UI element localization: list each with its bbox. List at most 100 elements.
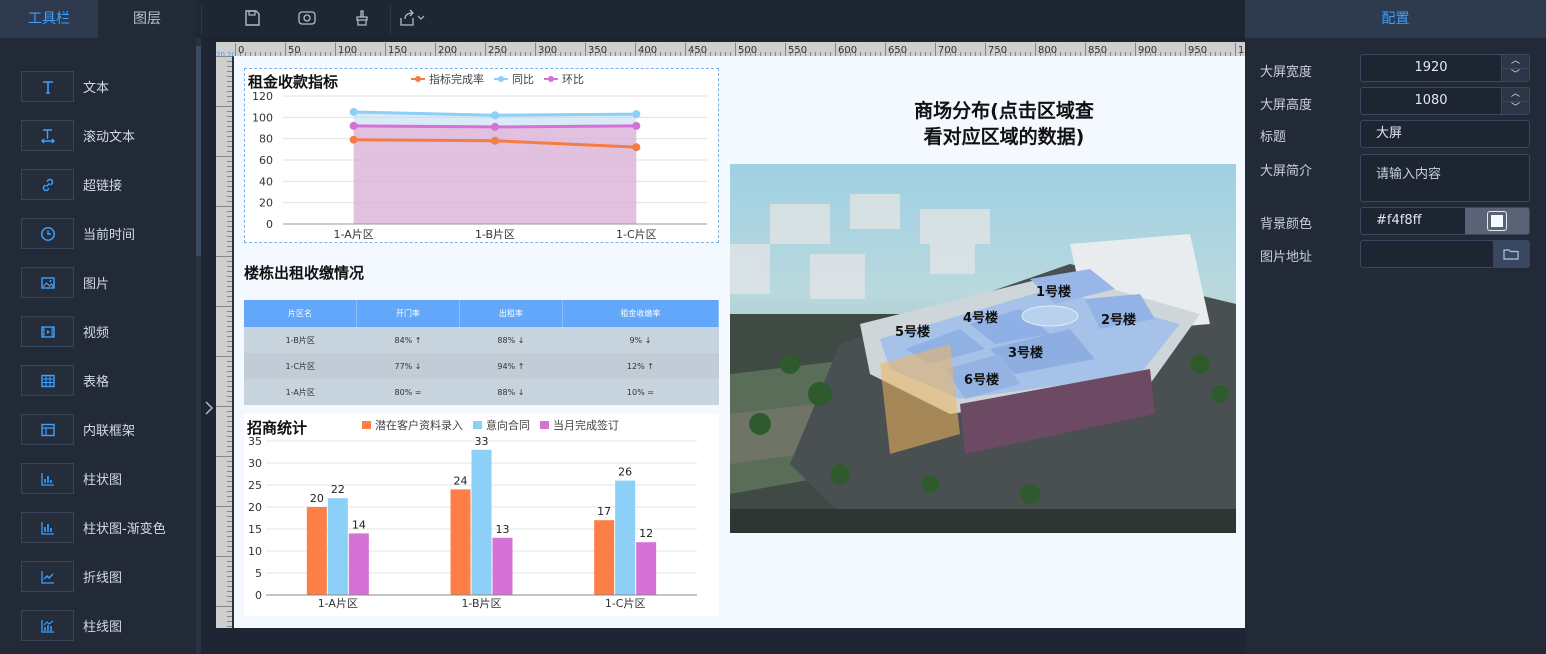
iframe-icon [21,414,74,445]
height-label: 大屏高度 [1260,98,1313,113]
title-label: 标题 [1260,130,1287,145]
building-4-label[interactable]: 4号楼 [963,307,998,326]
stepper-down-icon[interactable]: ﹀ [1502,69,1529,82]
tool-label: 视频 [83,326,110,341]
width-value[interactable]: 1920 [1361,55,1501,81]
bar [471,449,492,595]
building-table: 片区名 开门率 出租率 租金收缴率 1-B片区 84% ↑ 88% ↓ 9% ↓… [244,300,720,405]
tool-label: 图片 [83,277,110,292]
preview-icon[interactable] [292,6,322,30]
ruler-label: 150 [388,45,407,56]
stepper-down-icon[interactable]: ﹀ [1502,102,1529,115]
img-url-value[interactable] [1361,241,1493,267]
bar [348,533,369,595]
table-header-cell: 出租率 [459,300,563,327]
invest-chart-widget[interactable]: 招商统计 潜在客户资料录入 意向合同 当月完成签订 35 30 25 20 15 10 5 0… [244,414,719,616]
tool-label: 折线图 [83,571,123,586]
stepper-up-icon[interactable]: ︿ [1502,55,1529,69]
title-input[interactable]: 大屏 [1360,120,1530,148]
data-point [349,108,358,116]
tool-label: 滚动文本 [83,130,136,145]
y-tick-label: 20 [248,501,262,514]
tool-item-video[interactable]: 视频 [0,307,196,356]
table-header-cell: 租金收缴率 [562,300,720,327]
data-point [632,143,641,152]
ruler-label: 900 [1138,45,1157,56]
bar [594,520,615,595]
tool-item-image[interactable]: 图片 [0,258,196,307]
height-stepper[interactable]: ︿ ﹀ [1501,88,1529,114]
height-number-input[interactable]: 1080 ︿ ﹀ [1360,87,1530,115]
bg-color-value[interactable]: #f4f8ff [1361,208,1465,234]
scrollbar-thumb[interactable] [196,46,201,256]
building-6-label[interactable]: 6号楼 [964,369,999,388]
save-icon[interactable] [237,6,267,30]
height-value[interactable]: 1080 [1361,88,1501,114]
img-url-input[interactable] [1360,240,1530,268]
desc-label: 大屏简介 [1260,164,1313,179]
tool-item-clock[interactable]: 当前时间 [0,209,196,258]
link-icon [21,169,74,200]
tool-item-iframe[interactable]: 内联框架 [0,405,196,454]
design-stage[interactable]: 租金收款指标 指标完成率 同比 环比 120 100 80 60 40 20 0 1-A片区 1… [234,56,1245,628]
building-2-label[interactable]: 2号楼 [1101,309,1136,328]
ruler-label: 500 [738,45,757,56]
bg-color-input[interactable]: #f4f8ff [1360,207,1530,235]
ruler-label: 300 [538,45,557,56]
bar-value-label: 12 [639,527,653,540]
tool-item-link[interactable]: 超链接 [0,160,196,209]
y-tick-label: 5 [255,567,262,580]
building-5-label[interactable]: 5号楼 [895,321,930,340]
table-cell: 84% ↑ [356,327,460,353]
rent-chart-widget[interactable]: 租金收款指标 指标完成率 同比 环比 120 100 80 60 40 20 0 1-A片区 1… [244,68,719,243]
tool-item-gradient-bar-chart[interactable]: 柱状图-渐变色 [0,503,196,552]
bar [615,480,636,595]
width-number-input[interactable]: 1920 ︿ ﹀ [1360,54,1530,82]
table-row: 1-C片区 77% ↓ 94% ↑ 12% ↑ [244,353,719,379]
top-toolbar [201,0,1245,39]
bar-line-chart-icon [21,610,74,641]
bar [492,537,513,595]
left-scrollbar[interactable] [196,38,201,654]
building-1-label[interactable]: 1号楼 [1036,281,1071,300]
vertical-ruler[interactable] [216,56,232,628]
y-tick-label: 15 [248,523,262,536]
tool-item-scroll-text[interactable]: 滚动文本 [0,111,196,160]
folder-icon[interactable] [1493,241,1529,267]
ruler-label: 50 [288,45,301,56]
table-header-cell: 开门率 [356,300,460,327]
tab-layers[interactable]: 图层 [98,0,196,38]
ruler-label: 200 [438,45,457,56]
ruler-label: 550 [788,45,807,56]
tool-item-line-chart[interactable]: 折线图 [0,552,196,601]
x-tick-label: 1-A片区 [318,597,358,610]
clear-icon[interactable] [347,6,377,30]
tool-item-table[interactable]: 表格 [0,356,196,405]
video-icon [21,316,74,347]
y-tick-label: 40 [259,175,273,188]
ruler-label: 400 [638,45,657,56]
tab-toolbar[interactable]: 工具栏 [0,0,98,38]
toolbar-divider [201,6,202,34]
tool-item-text[interactable]: 文本 [0,62,196,111]
collapse-chevron-icon[interactable] [202,401,216,419]
line-chart-icon [21,561,74,592]
horizontal-ruler[interactable]: 0 50 100 150 200 250 300 350 400 450 500 550 600 650 7… [234,42,1245,56]
tool-list: 文本 滚动文本 超链接 当前时间 图片 视频 表格 内联框架 柱状图 柱状图-渐… [0,38,196,650]
export-icon[interactable] [397,6,427,30]
color-swatch-icon[interactable] [1487,211,1507,231]
table-cell: 80% = [356,379,460,405]
data-point [349,135,358,144]
stepper-up-icon[interactable]: ︿ [1502,88,1529,102]
building-3-label[interactable]: 3号楼 [1008,342,1043,361]
desc-textarea[interactable]: 请输入内容 [1360,154,1530,202]
data-point [491,111,499,120]
img-url-label: 图片地址 [1260,250,1313,265]
bar [306,507,327,595]
left-panel: 工具栏 图层 文本 滚动文本 超链接 当前时间 图片 视频 表格 内联框架 柱状… [0,0,196,654]
color-picker-button[interactable] [1465,208,1529,234]
tool-item-bar-chart[interactable]: 柱状图 [0,454,196,503]
tool-item-bar-line-chart[interactable]: 柱线图 [0,601,196,650]
mall-aerial-image[interactable]: 1号楼 2号楼 3号楼 4号楼 5号楼 6号楼 [730,164,1236,533]
width-stepper[interactable]: ︿ ﹀ [1501,55,1529,81]
